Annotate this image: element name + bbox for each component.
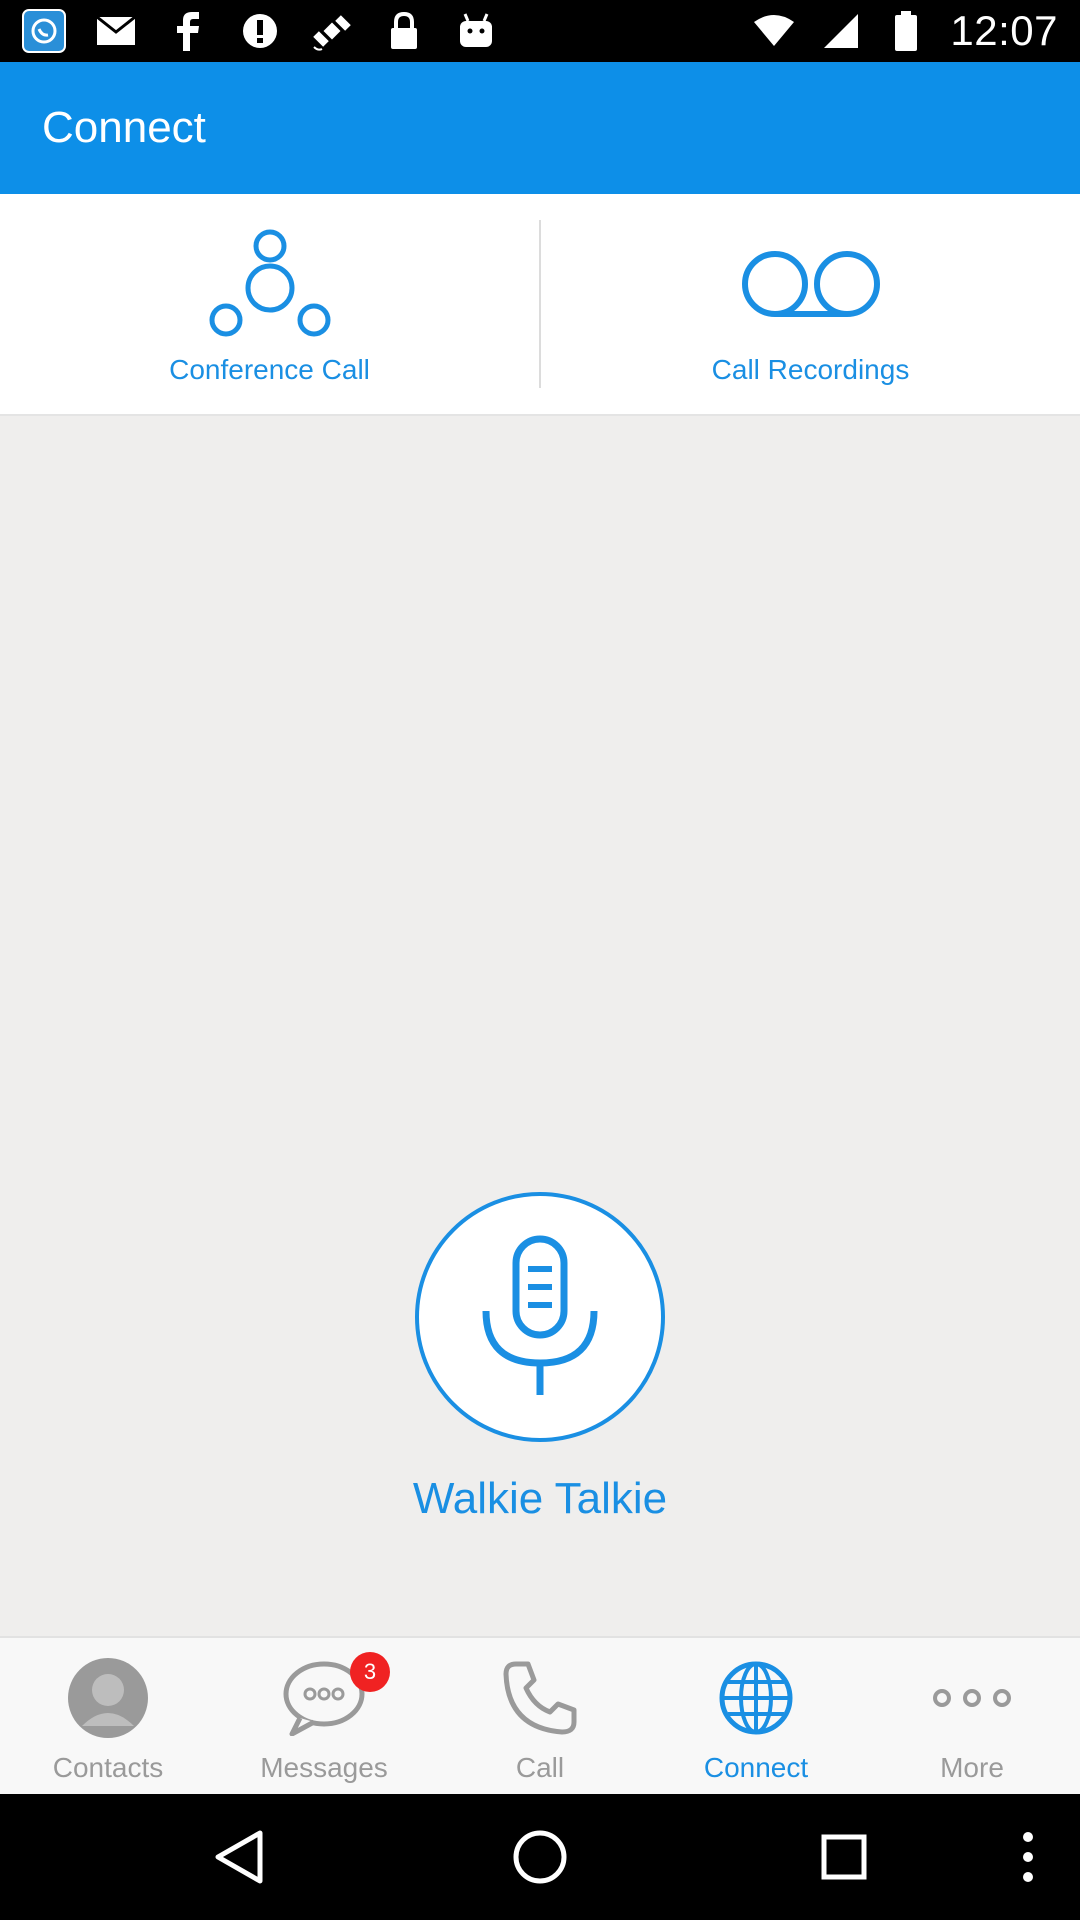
walkie-talkie-label: Walkie Talkie (412, 1474, 668, 1523)
battery-icon (884, 9, 928, 53)
more-dots-icon (924, 1650, 1020, 1746)
back-icon[interactable] (178, 1794, 298, 1920)
call-recordings-label: Call Recordings (711, 354, 910, 385)
tab-label: Messages (260, 1752, 388, 1783)
tab-label: Call (515, 1752, 565, 1783)
wifi-icon (752, 9, 796, 53)
status-bar: 12:07 (0, 0, 1080, 62)
android-icon (454, 9, 498, 53)
lock-icon (382, 9, 426, 53)
tab-label: Contacts (52, 1752, 164, 1783)
tab-call[interactable]: Call (432, 1638, 648, 1794)
tab-messages[interactable]: 3 Messages (216, 1638, 432, 1794)
call-recordings-button[interactable]: Call Recordings (541, 194, 1080, 414)
clock: 12:07 (950, 7, 1058, 54)
app-bar: Connect (0, 62, 1080, 194)
unread-badge: 3 (350, 1652, 390, 1692)
feature-row: Conference Call Call Recordings (0, 194, 1080, 416)
bottom-tab-bar: Contacts 3 Messages Call Connect More (0, 1636, 1080, 1794)
app-icon (22, 9, 66, 53)
tab-label: Connect (703, 1752, 809, 1783)
person-icon (60, 1650, 156, 1746)
facebook-icon (166, 9, 210, 53)
page-title: Connect (42, 103, 206, 152)
main-area: Walkie Talkie (0, 416, 1080, 1636)
mail-icon (94, 9, 138, 53)
tab-contacts[interactable]: Contacts (0, 1638, 216, 1794)
globe-icon (708, 1650, 804, 1746)
conference-call-button[interactable]: Conference Call (0, 194, 539, 414)
tab-label: More (940, 1752, 1004, 1783)
signal-icon (818, 9, 862, 53)
conference-icon (209, 229, 330, 337)
voicemail-icon (741, 251, 880, 317)
navigation-bar (0, 1794, 1080, 1920)
tab-connect[interactable]: Connect (648, 1638, 864, 1794)
phone-icon (492, 1650, 588, 1746)
tab-more[interactable]: More (864, 1638, 1080, 1794)
conference-call-label: Conference Call (169, 354, 370, 385)
walkie-talkie-button[interactable] (415, 1192, 665, 1442)
microphone-icon (482, 1235, 598, 1395)
home-icon[interactable] (480, 1794, 600, 1920)
recents-icon[interactable] (784, 1794, 904, 1920)
satellite-icon (310, 9, 354, 53)
menu-icon[interactable] (968, 1794, 1080, 1920)
info-icon (238, 9, 282, 53)
